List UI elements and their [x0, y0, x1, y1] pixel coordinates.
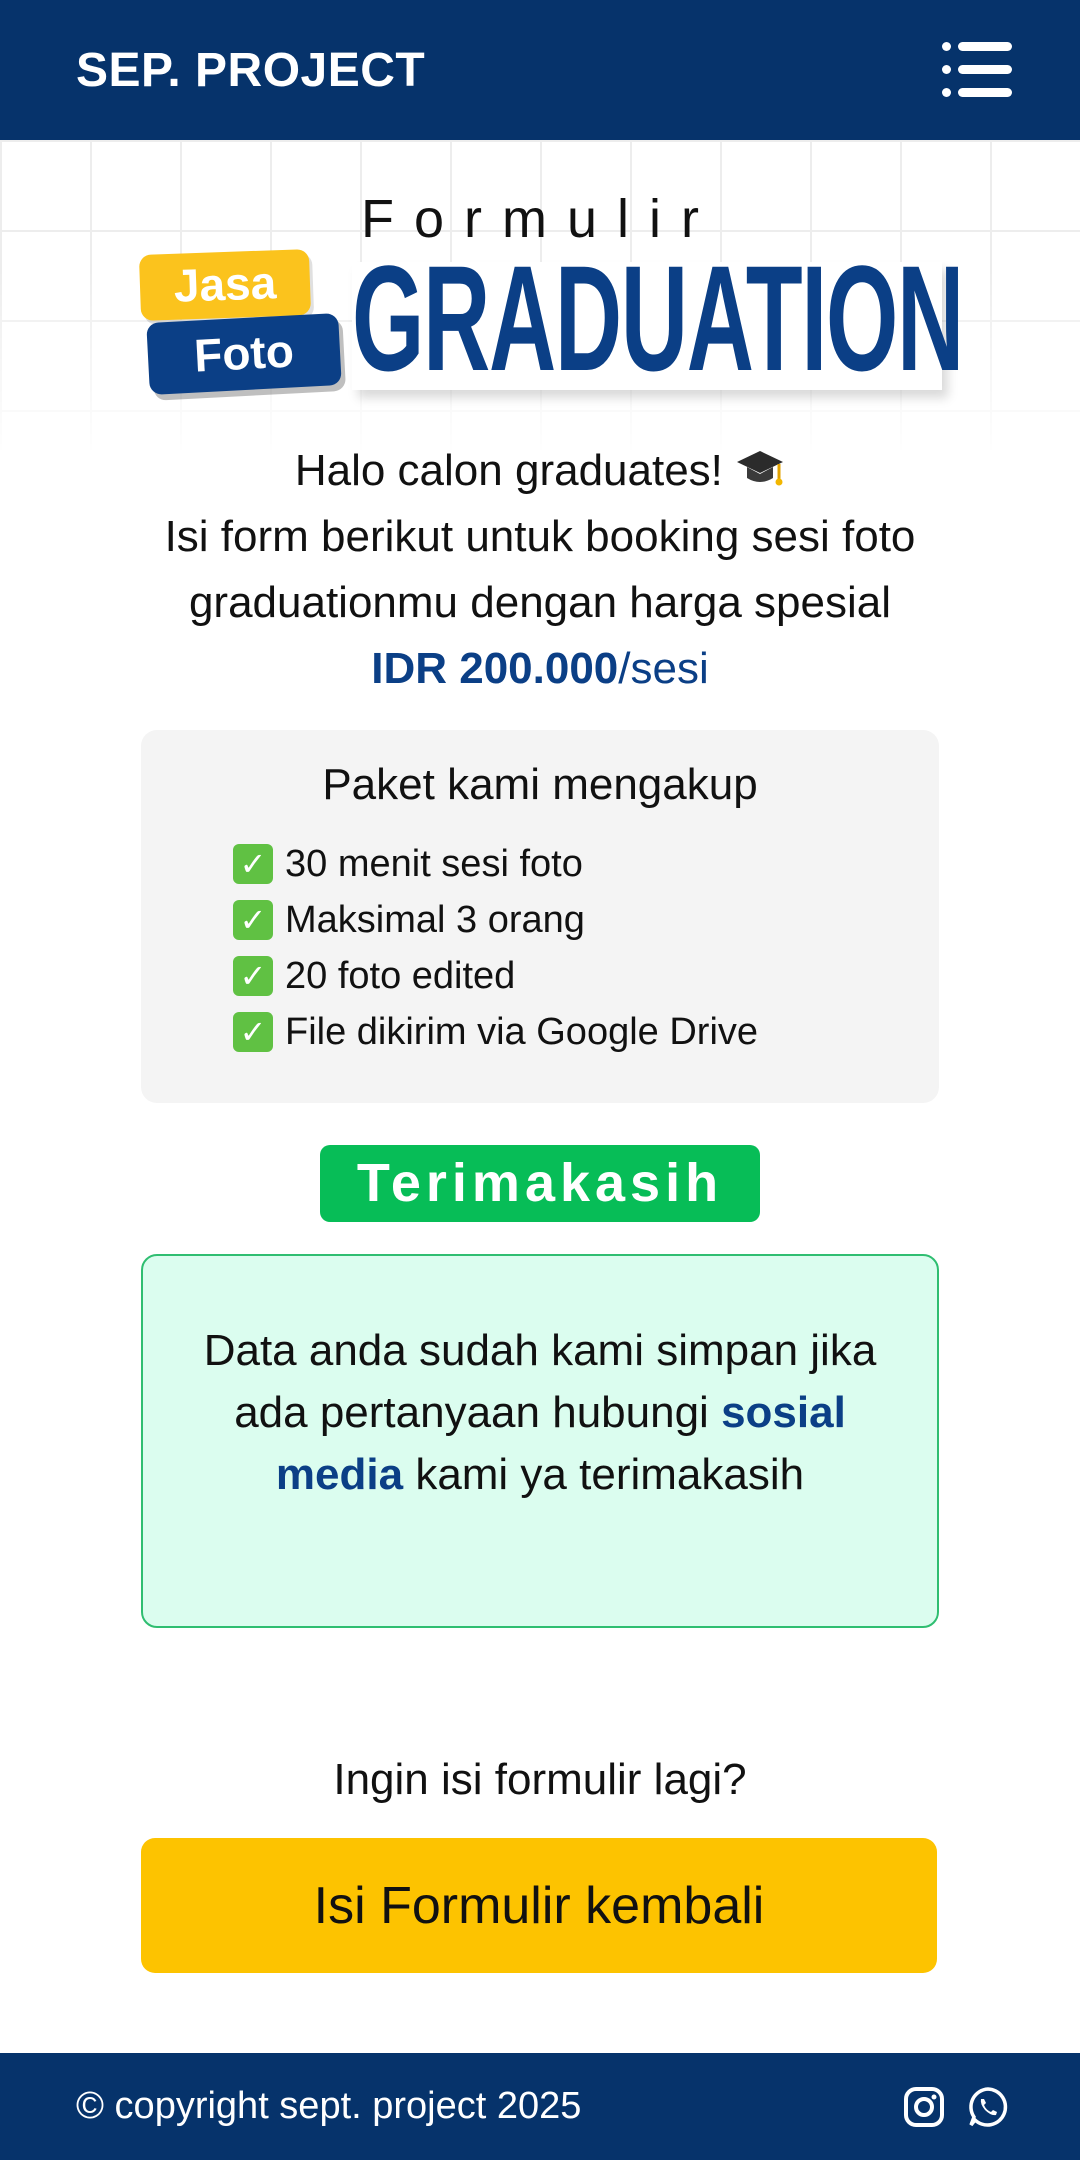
graduation-title: GRADUATION	[352, 234, 964, 402]
list-item-label: File dikirim via Google Drive	[285, 1010, 759, 1053]
top-navbar: SEP. PROJECT	[0, 0, 1080, 140]
checkmark-icon: ✓	[233, 1012, 273, 1052]
fill-again-label: Ingin isi formulir lagi?	[333, 1755, 747, 1804]
hamburger-menu-icon[interactable]	[942, 42, 1012, 98]
message-part-2: kami ya terimakasih	[415, 1450, 805, 1499]
instagram-icon[interactable]	[902, 2085, 946, 2129]
fill-form-again-button[interactable]: Isi Formulir kembali	[141, 1838, 937, 1973]
greeting-text: Halo calon graduates!	[294, 446, 723, 495]
intro-line-3: graduationmu dengan harga spesial	[188, 578, 892, 627]
list-item: ✓ 20 foto edited	[233, 948, 758, 1004]
whatsapp-icon[interactable]	[966, 2085, 1010, 2129]
list-item-label: 20 foto edited	[285, 954, 516, 997]
checkmark-icon: ✓	[233, 844, 273, 884]
intro-text: Halo calon graduates! Isi form berikut u…	[60, 438, 1020, 702]
jasa-tag: Jasa	[138, 249, 312, 321]
package-list: ✓ 30 menit sesi foto ✓ Maksimal 3 orang …	[233, 836, 758, 1060]
foto-tag: Foto	[146, 313, 342, 395]
list-item-label: 30 menit sesi foto	[285, 842, 583, 885]
brand-logo[interactable]: SEP. PROJECT	[76, 43, 425, 98]
intro-line-2: Isi form berikut untuk booking sesi foto	[164, 512, 916, 561]
thanks-badge: Terimakasih	[320, 1145, 760, 1222]
package-title: Paket kami mengakup	[322, 760, 758, 809]
price-text: IDR 200.000	[371, 644, 619, 693]
checkmark-icon: ✓	[233, 900, 273, 940]
social-links	[902, 2085, 1010, 2129]
checkmark-icon: ✓	[233, 956, 273, 996]
success-message: Data anda sudah kami simpan jika ada per…	[141, 1320, 939, 1506]
footer: © copyright sept. project 2025	[0, 2053, 1080, 2160]
list-item: ✓ File dikirim via Google Drive	[233, 1004, 758, 1060]
graduation-cap-icon	[737, 451, 784, 486]
copyright-text: © copyright sept. project 2025	[76, 2085, 582, 2127]
list-item: ✓ Maksimal 3 orang	[233, 892, 758, 948]
list-item-label: Maksimal 3 orang	[285, 898, 585, 941]
list-item: ✓ 30 menit sesi foto	[233, 836, 758, 892]
price-unit: /sesi	[618, 644, 709, 693]
